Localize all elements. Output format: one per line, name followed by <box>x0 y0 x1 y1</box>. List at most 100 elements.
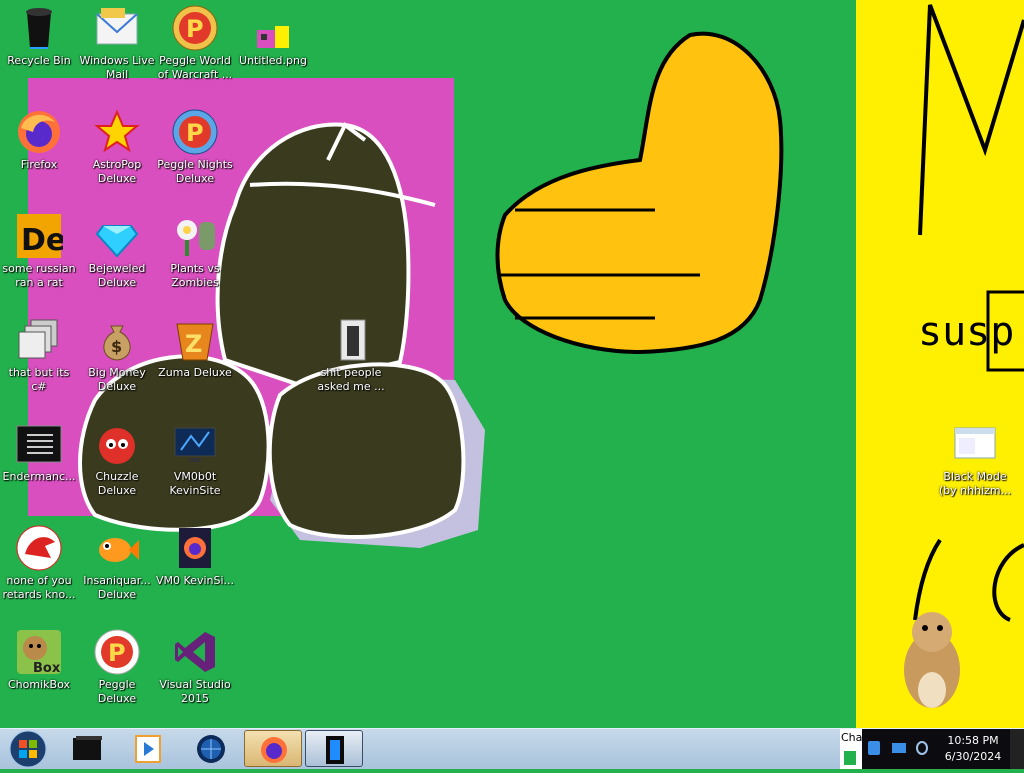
desktop-icon-label: Bejeweled Deluxe <box>88 262 146 289</box>
plants-vs-zombies-icon <box>171 212 219 260</box>
desktop-icon-label: some russian ran a rat <box>2 262 76 289</box>
wallpaper-susp-text: susp <box>918 309 1014 355</box>
desktop-icon-label: Windows Live Mail <box>79 54 155 81</box>
desktop-icon-none-of-you[interactable]: none of you retards kno... <box>0 524 78 602</box>
desktop-icon-label: Plants vs Zombies <box>170 262 220 289</box>
bejeweled-deluxe-icon <box>93 212 141 260</box>
display-icon[interactable] <box>892 743 906 753</box>
desktop-icon-label: Endermanc... <box>2 470 76 483</box>
media-player-icon <box>135 735 161 763</box>
desktop-icon-label: Zuma Deluxe <box>158 366 232 379</box>
chuzzle-deluxe-icon <box>93 420 141 468</box>
windows-live-mail-icon <box>93 4 141 52</box>
taskbar-item-globe[interactable] <box>182 730 240 767</box>
taskbar-item-vm[interactable] <box>305 730 363 767</box>
tray-text: Cha <box>841 731 863 744</box>
svg-text:P: P <box>186 15 204 43</box>
astropop-deluxe-icon <box>93 108 141 156</box>
peggle-world-of-warcraft-icon: P <box>171 4 219 52</box>
taskbar-item-explorer[interactable] <box>58 730 116 767</box>
image-file-icon <box>249 4 297 52</box>
desktop-icon-vm0b0t-kevinsite[interactable]: VM0b0t KevinSite <box>156 420 234 498</box>
desktop-icon-peggle-deluxe[interactable]: P Peggle Deluxe <box>78 628 156 706</box>
desktop-icon-visual-studio-2015[interactable]: Visual Studio 2015 <box>156 628 234 706</box>
tray-notification-area[interactable]: Cha <box>840 729 862 769</box>
fish-icon <box>93 524 141 572</box>
tray-green-square-icon <box>844 751 856 765</box>
desktop-icon-peggle-world-of-warcraft[interactable]: P Peggle World of Warcraft ... <box>156 4 234 82</box>
desktop-icon-insaniquarium-deluxe[interactable]: Insaniquar... Deluxe <box>78 524 156 602</box>
clock-date[interactable]: 6/30/2024 <box>940 750 1006 763</box>
desktop-icon-big-money-deluxe[interactable]: $ Big Money Deluxe <box>78 316 156 394</box>
desktop-icon-zuma-deluxe[interactable]: Z Zuma Deluxe <box>156 316 234 380</box>
russian-rat-icon: De <box>15 212 66 260</box>
chomikbox-icon: Box <box>15 628 63 676</box>
desktop-icon-chuzzle-deluxe[interactable]: Chuzzle Deluxe <box>78 420 156 498</box>
desktop-icon-label: AstroPop Deluxe <box>92 158 142 185</box>
desktop-icon-label: Peggle World of Warcraft ... <box>157 54 233 81</box>
taskbar: Cha 10:58 PM 6/30/2024 <box>0 728 1024 769</box>
desktop-icon-label: Visual Studio 2015 <box>159 678 231 705</box>
de-text: De <box>21 223 63 258</box>
desktop-icon-label: Insaniquar... Deluxe <box>83 574 151 601</box>
desktop-icon-untitled-png[interactable]: Untitled.png <box>234 4 312 68</box>
visual-studio-icon <box>171 628 219 676</box>
taskbar-item-firefox[interactable] <box>244 730 302 767</box>
desktop-icon-label: VM0 KevinSi... <box>156 574 235 587</box>
desktop-icon-label: shit people asked me ... <box>317 366 385 393</box>
zuma-deluxe-icon: Z <box>171 316 219 364</box>
desktop-icon-label: that but its c# <box>8 366 70 393</box>
network-icon[interactable] <box>868 741 880 755</box>
svg-text:P: P <box>186 119 204 147</box>
firefox-icon <box>15 108 63 156</box>
desktop-icon-label: Black Mode (by nhhizm... <box>938 470 1012 497</box>
desktop-icon-that-but-its-csharp[interactable]: that but its c# <box>0 316 78 394</box>
desktop-icon-plants-vs-zombies[interactable]: Plants vs Zombies <box>156 212 234 290</box>
vm-window-icon <box>326 736 344 764</box>
recycle-bin-icon <box>15 4 63 52</box>
desktop-icon-black-mode[interactable]: Black Mode (by nhhizm... <box>936 420 1014 498</box>
svg-text:P: P <box>108 639 126 667</box>
desktop-icon-label: none of you retards kno... <box>2 574 76 601</box>
clock-time[interactable]: 10:58 PM <box>940 734 1006 747</box>
desktop-icon-russian-rat[interactable]: De some russian ran a rat <box>0 212 78 290</box>
desktop-icon-chomikbox[interactable]: Box ChomikBox <box>0 628 78 692</box>
desktop-icon-firefox[interactable]: Firefox <box>0 108 78 172</box>
globe-icon <box>197 735 225 763</box>
desktop-icon-label: Chuzzle Deluxe <box>95 470 139 497</box>
desktop-icon-enderman[interactable]: Endermanc... <box>0 420 78 484</box>
window-stack-icon <box>15 316 63 364</box>
box-text: Box <box>33 661 61 676</box>
window-screenshot-icon <box>951 420 999 468</box>
peggle-nights-deluxe-icon: P <box>171 108 219 156</box>
desktop-icon-label: Peggle Nights Deluxe <box>157 158 233 185</box>
show-desktop-button[interactable] <box>1010 729 1024 769</box>
desktop-icon-windows-live-mail[interactable]: Windows Live Mail <box>78 4 156 82</box>
taskbar-item-media-player[interactable] <box>118 730 176 767</box>
vm-monitor-icon <box>171 420 219 468</box>
enderman-icon <box>15 420 63 468</box>
firefox-file-icon <box>171 524 219 572</box>
folder-icon <box>327 316 375 364</box>
peggle-deluxe-icon: P <box>93 628 141 676</box>
svg-text:$: $ <box>111 337 122 356</box>
firefox-taskbar-icon <box>261 737 287 763</box>
none-of-you-icon <box>15 524 63 572</box>
desktop-icon-label: Big Money Deluxe <box>88 366 146 393</box>
windows-orb-icon <box>9 730 47 768</box>
desktop-icon-bejeweled-deluxe[interactable]: Bejeweled Deluxe <box>78 212 156 290</box>
desktop-icon-peggle-nights-deluxe[interactable]: P Peggle Nights Deluxe <box>156 108 234 186</box>
svg-text:Z: Z <box>185 330 202 358</box>
desktop-icon-astropop-deluxe[interactable]: AstroPop Deluxe <box>78 108 156 186</box>
volume-icon[interactable] <box>916 741 928 755</box>
desktop-icon-recycle-bin[interactable]: Recycle Bin <box>0 4 78 68</box>
file-cabinet-icon <box>73 736 102 760</box>
money-bag-icon: $ <box>93 316 141 364</box>
desktop-icon-folder[interactable]: shit people asked me ... <box>312 316 390 394</box>
desktop-icon-label: Peggle Deluxe <box>97 678 137 705</box>
desktop-icon-label: Untitled.png <box>239 54 307 67</box>
desktop-icon-label: ChomikBox <box>8 678 70 691</box>
desktop-icon-vm0-kevinsite[interactable]: VM0 KevinSi... <box>156 524 234 588</box>
start-button[interactable] <box>2 727 54 769</box>
desktop-icon-label: Firefox <box>20 158 58 171</box>
